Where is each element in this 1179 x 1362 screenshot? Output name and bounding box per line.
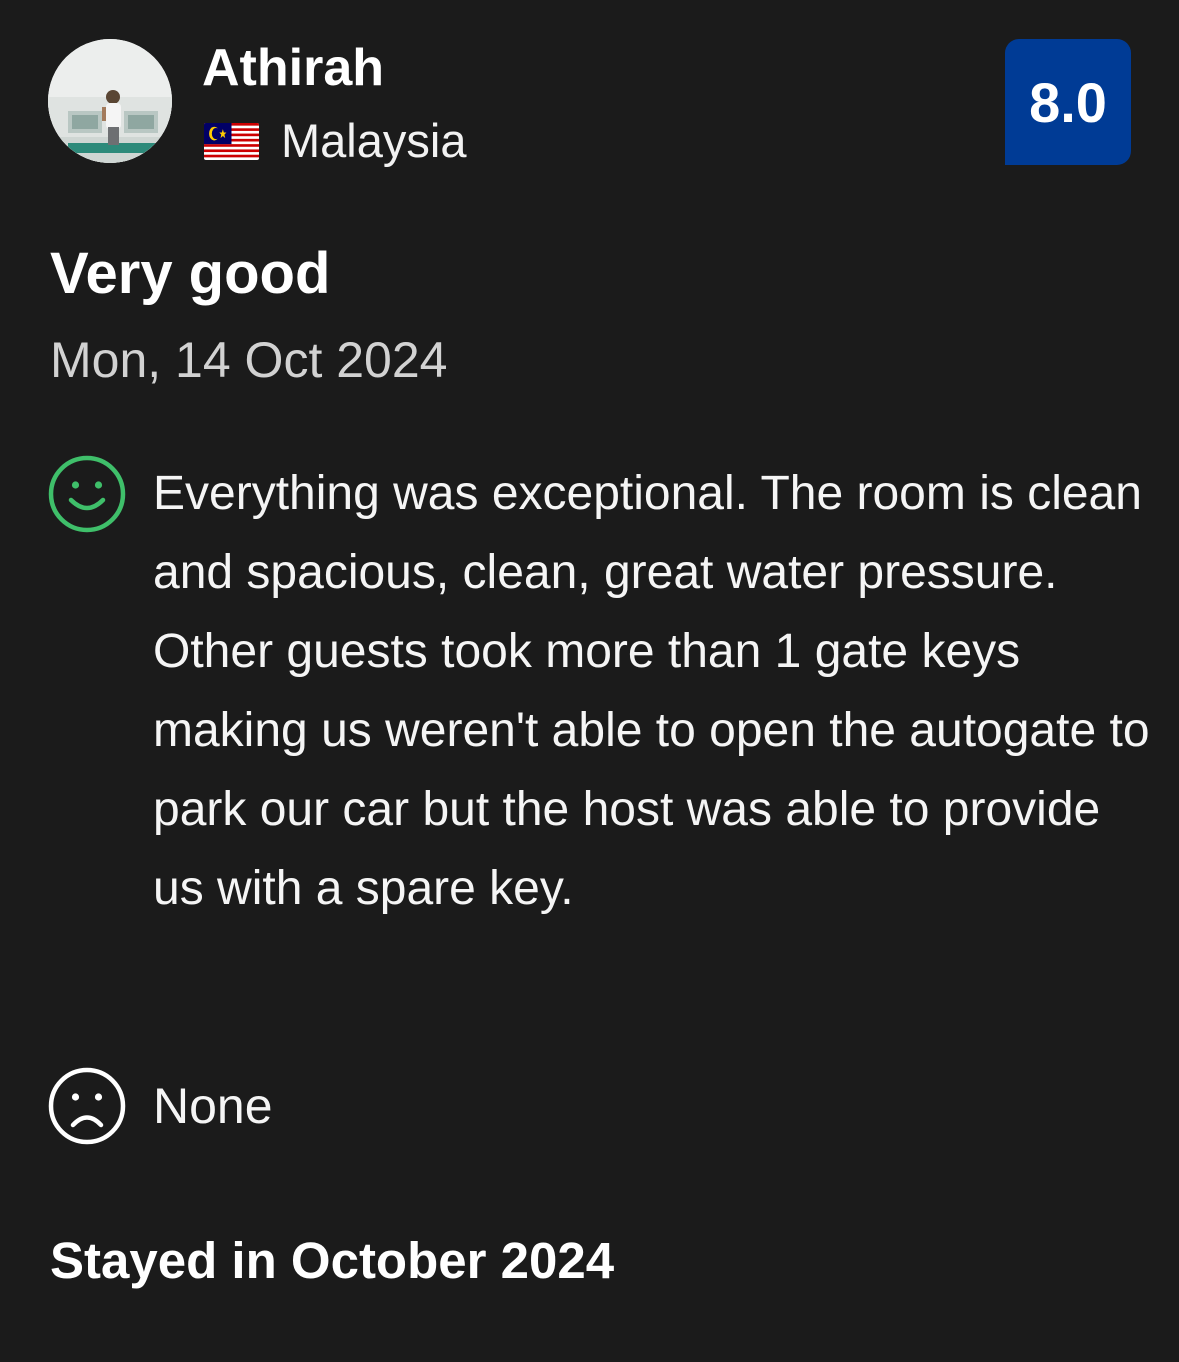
- avatar-photo: [48, 39, 172, 163]
- positive-review-text: Everything was exceptional. The room is …: [153, 467, 1150, 915]
- negative-review-text: None: [153, 1078, 273, 1134]
- smiley-face-icon: [48, 455, 126, 533]
- sad-face-icon: [48, 1067, 126, 1145]
- stay-info: Stayed in October 2024: [50, 1232, 615, 1289]
- reviewer-avatar: [48, 39, 172, 163]
- country-name: Malaysia: [281, 114, 467, 167]
- reviewer-name: Athirah: [202, 39, 384, 97]
- malaysia-flag-icon: [204, 122, 259, 160]
- review-title: Very good: [50, 241, 331, 306]
- reviewer-country: Malaysia: [204, 113, 466, 169]
- review-score-badge: 8.0: [1005, 39, 1131, 165]
- review-date: Mon, 14 Oct 2024: [50, 332, 448, 388]
